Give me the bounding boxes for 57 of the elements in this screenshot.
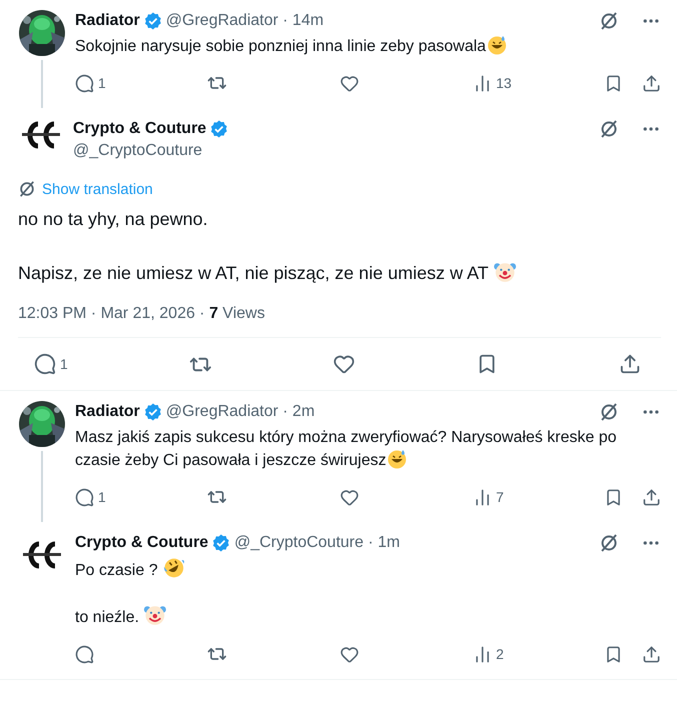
author-name[interactable]: Radiator (75, 12, 140, 30)
reply-icon (75, 74, 94, 92)
author-handle[interactable]: @_CryptoCouture · 1m (234, 534, 400, 552)
author-handle[interactable]: @GregRadiator · 2m (166, 403, 315, 421)
views-button[interactable]: 13 (473, 74, 603, 92)
heart-icon (340, 488, 359, 506)
reply-button[interactable]: 1 (34, 353, 68, 375)
grinning-sweat-emoji-icon (486, 35, 507, 55)
slashed-circle-icon[interactable] (599, 533, 619, 553)
reply-button[interactable]: 1 (75, 488, 206, 506)
reply-icon (34, 353, 56, 375)
share-icon (618, 353, 641, 375)
share-icon (642, 74, 661, 92)
laughing-emoji-icon (163, 557, 186, 579)
share-icon (642, 644, 661, 664)
slashed-circle-icon[interactable] (599, 119, 619, 139)
bookmark-icon (604, 644, 623, 664)
timestamp: 12:03 PM · Mar 21, 2026 · 7 Views (18, 305, 266, 323)
bookmark-icon (604, 74, 623, 92)
clown-emoji-icon (494, 261, 516, 283)
clown-emoji-icon (144, 604, 166, 626)
like-button[interactable] (332, 353, 355, 375)
views-button[interactable]: 7 (473, 488, 603, 506)
reply-icon (75, 488, 94, 506)
bookmark-icon (604, 488, 623, 506)
bookmark-button[interactable] (604, 488, 623, 506)
share-button[interactable] (642, 644, 661, 664)
tweet-text: to nieźle. (75, 604, 661, 629)
heart-icon (340, 644, 359, 664)
share-icon (642, 488, 661, 506)
tweet-text: Masz jakiś zapis sukcesu który można zweryfiować? Narysowałeś kreske po czasie żeby Ci pasowała i jeszcze świrujesz (75, 428, 618, 471)
reply-icon (75, 644, 94, 664)
bookmark-button[interactable] (604, 644, 623, 664)
translate-icon (18, 180, 36, 198)
share-button[interactable] (642, 74, 661, 92)
bar-chart-icon (473, 644, 492, 664)
heart-icon (332, 353, 355, 375)
bookmark-button[interactable] (604, 74, 623, 92)
tweet-text: Po czasie ? (75, 557, 661, 582)
author-name[interactable]: Crypto & Couture (75, 534, 208, 552)
slashed-circle-icon[interactable] (599, 402, 619, 422)
author-handle[interactable]: @GregRadiator · 14m (166, 12, 324, 30)
views-button[interactable]: 2 (473, 644, 603, 664)
author-handle[interactable]: @_CryptoCouture (73, 142, 228, 160)
bar-chart-icon (473, 488, 492, 506)
share-button[interactable] (642, 488, 661, 506)
tweet-text: Napisz, ze nie umiesz w AT, nie pisząc, ze nie umiesz w AT (18, 260, 661, 287)
share-button[interactable] (618, 353, 641, 375)
grinning-sweat-emoji-icon (387, 449, 408, 469)
author-name[interactable]: Crypto & Couture (73, 120, 206, 138)
tweet-text: no no ta yhy, na pewno. (18, 208, 209, 231)
heart-icon (340, 74, 359, 92)
tweet-text: Sokojnie narysuje sobie ponzniej inna linie zeby pasowala (75, 35, 661, 58)
slashed-circle-icon[interactable] (599, 11, 619, 31)
reply-button[interactable]: 1 (75, 74, 206, 92)
author-name[interactable]: Radiator (75, 403, 140, 421)
bar-chart-icon (473, 74, 492, 92)
